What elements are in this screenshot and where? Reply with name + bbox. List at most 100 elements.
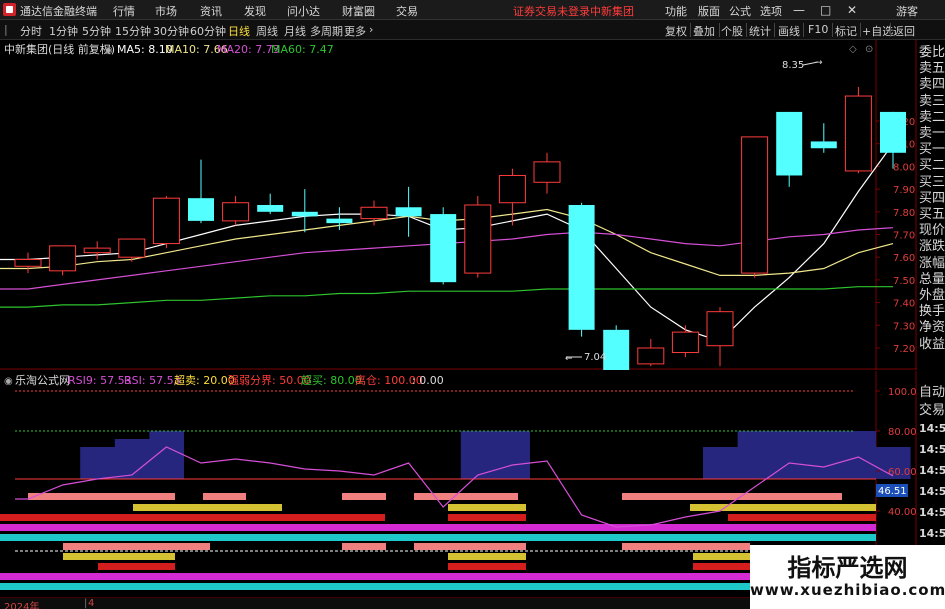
ticks-label: 交易 — [919, 403, 945, 418]
adjust-button[interactable]: 复权 — [665, 23, 687, 39]
draw-button[interactable]: 画线 — [778, 23, 800, 39]
toolbar-divider — [746, 23, 747, 37]
period-toolbar: | 分时 1分钟 5分钟 15分钟 30分钟 60分钟 日线 周线 月线 多周期… — [0, 20, 945, 40]
signal-bar — [63, 553, 175, 560]
menu-news[interactable]: 资讯 — [200, 3, 222, 19]
toolbar-divider — [690, 23, 691, 37]
period-5min[interactable]: 5分钟 — [82, 23, 111, 39]
legend-zero: : 0.00 — [412, 374, 444, 387]
signal-bar — [693, 563, 750, 570]
candle-body-up — [844, 95, 872, 172]
price-tick-label: 7.90 — [893, 185, 915, 196]
menu-quotes[interactable]: 行情 — [113, 3, 135, 19]
menu-options[interactable]: 选项 — [760, 3, 782, 19]
maximize-icon[interactable]: □ — [820, 3, 831, 17]
diamond-icon[interactable]: ◇ — [849, 44, 857, 55]
menu-market[interactable]: 市场 — [155, 3, 177, 19]
login-warning[interactable]: 证券交易未登录 — [513, 3, 590, 19]
signal-bar — [414, 543, 526, 550]
toolbar-divider — [890, 23, 891, 37]
toolbar-divider — [803, 23, 804, 37]
watermark-line2: www.xuezhibiao.com — [750, 581, 945, 599]
candle-body-up — [118, 238, 146, 258]
period-15min[interactable]: 15分钟 — [115, 23, 151, 39]
signal-bar — [203, 493, 246, 500]
candle-body-down — [603, 329, 630, 370]
guest-label[interactable]: 游客 — [896, 3, 918, 19]
menu-layout[interactable]: 版面 — [698, 3, 720, 19]
menu-wealth[interactable]: 财富圈 — [342, 3, 375, 19]
add-watchlist-button[interactable]: +自选 — [862, 23, 893, 39]
candle-body-up — [222, 202, 250, 222]
signal-bar — [133, 504, 282, 511]
toolbar-divider — [719, 23, 720, 37]
high-pointer-arrow-icon: → — [815, 58, 823, 68]
period-monthly[interactable]: 月线 — [284, 23, 306, 39]
overlay-button[interactable]: 叠加 — [693, 23, 715, 39]
menu-ask[interactable]: 问小达 — [287, 3, 320, 19]
signal-bar — [622, 543, 750, 550]
f10-button[interactable]: F10 — [808, 23, 828, 36]
menu-discover[interactable]: 发现 — [244, 3, 266, 19]
signal-bar — [0, 573, 750, 580]
settings-icon[interactable]: ⊙ — [865, 44, 873, 55]
tick-time: 14:56 — [919, 485, 945, 498]
indicator-name: 乐淘公式网 — [15, 374, 70, 387]
legend-rsi9: RSI9: 57.53 — [68, 374, 132, 387]
period-tick[interactable]: 分时 — [20, 23, 42, 39]
back-button[interactable]: 返回 — [893, 23, 915, 39]
close-icon[interactable]: ✕ — [847, 3, 857, 17]
price-tick-label: 7.30 — [893, 321, 915, 332]
candle-body-up — [14, 258, 42, 267]
date-divider: | — [84, 598, 88, 609]
stats-button[interactable]: 统计 — [749, 23, 771, 39]
menu-formula[interactable]: 公式 — [729, 3, 751, 19]
signal-bar — [622, 493, 842, 500]
candle-body-down — [810, 141, 837, 149]
legend-oversold: 超卖: 20.00 — [174, 373, 235, 387]
signal-bar — [728, 514, 876, 521]
low-pointer-arrow-icon: ← — [565, 354, 573, 364]
toolbar-divider — [774, 23, 775, 37]
toolbar-divider — [860, 23, 861, 37]
period-multi[interactable]: 多周期 — [310, 23, 343, 39]
period-weekly[interactable]: 周线 — [256, 23, 278, 39]
period-daily[interactable]: 日线 — [228, 23, 250, 39]
stock-button[interactable]: 个股 — [721, 23, 743, 39]
indicator-tick-label: 40.00 — [888, 507, 917, 518]
minimize-icon[interactable]: — — [793, 3, 805, 17]
candle-body-up — [83, 247, 111, 254]
price-tick-label: 7.20 — [893, 344, 915, 355]
signal-bar — [448, 553, 526, 560]
high-price-label: 8.35 — [782, 60, 804, 71]
legend-toggle-icon[interactable]: ◉ — [104, 45, 113, 56]
candle-body-up — [706, 311, 734, 347]
app-name: 通达信金融终端 — [20, 5, 97, 18]
legend-overbought: 超买: 80.00 — [301, 373, 362, 387]
price-tick-label: 7.40 — [893, 299, 915, 310]
price-tick-label: 7.50 — [893, 276, 915, 287]
signal-bar — [448, 563, 526, 570]
rsi-zone-block — [460, 431, 530, 479]
menu-trade[interactable]: 交易 — [396, 3, 418, 19]
candle-body-down — [395, 207, 422, 217]
candle-body-down — [257, 204, 284, 212]
app-logo-icon — [3, 3, 16, 16]
tick-time: 14:56 — [919, 443, 945, 456]
stock-title: 中新集团 — [590, 5, 634, 18]
period-60min[interactable]: 60分钟 — [190, 23, 226, 39]
kline-chart[interactable]: 7.207.307.407.507.607.707.807.908.008.10… — [0, 40, 945, 370]
indicator-toggle-icon[interactable]: ◉ — [4, 376, 13, 387]
chevron-right-icon[interactable]: › — [369, 23, 373, 36]
ticks-label: 自动 — [919, 385, 945, 400]
period-1min[interactable]: 1分钟 — [49, 23, 78, 39]
period-more[interactable]: 更多 — [344, 23, 366, 39]
signal-bar — [98, 563, 175, 570]
watermark-logo: 指标严选网 www.xuezhibiao.com — [750, 545, 945, 609]
signal-bar — [448, 514, 526, 521]
candle-body-down — [188, 198, 214, 221]
menu-function[interactable]: 功能 — [665, 3, 687, 19]
period-30min[interactable]: 30分钟 — [153, 23, 189, 39]
mark-button[interactable]: 标记 — [835, 23, 857, 39]
rsi-zone-block — [737, 431, 876, 479]
